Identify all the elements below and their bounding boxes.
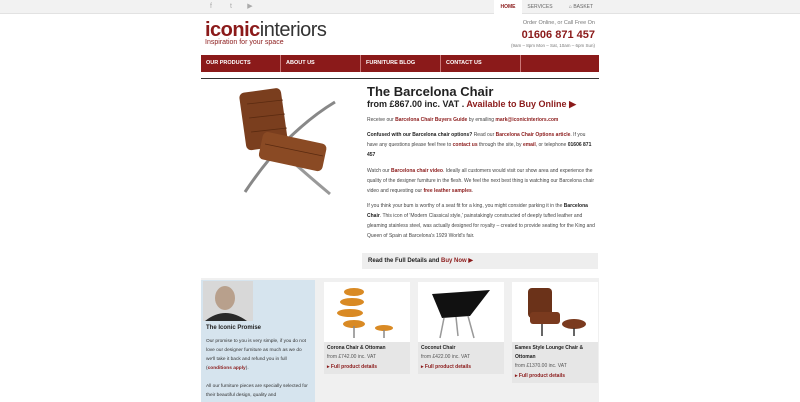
barcelona-chair-image (239, 88, 336, 196)
product-price: from £867.00 inc. VAT . Available to Buy… (367, 99, 576, 110)
price-text: from £867.00 inc. VAT . (367, 99, 465, 109)
video-paragraph: Watch our Barcelona chair video. Ideally… (367, 168, 594, 194)
top-bar: f t ▶ HOME SERVICES ⌂ BASKET (0, 0, 800, 14)
top-nav-home[interactable]: HOME (494, 0, 522, 14)
promise-text-2: ). (245, 366, 249, 371)
buy-online-link[interactable]: Available to Buy Online ▶ (466, 99, 576, 109)
promise-text: Our promise to you is very simple, if yo… (206, 337, 312, 400)
p2-lead: Confused with our Barcelona chair option… (367, 132, 473, 138)
coconut-chair-image (418, 282, 504, 342)
avatar (203, 281, 253, 321)
logo-interiors: interiors (259, 19, 327, 41)
facebook-icon[interactable]: f (207, 3, 215, 11)
product-name[interactable]: Eames Style Lounge Chair & Ottoman (515, 344, 595, 362)
nav-furniture-blog[interactable]: FURNITURE BLOG (361, 55, 441, 72)
buy-now-link[interactable]: Buy Now (441, 258, 467, 264)
contact-line: Order Online, or Call Free On (522, 20, 595, 26)
p1-text: Receive our (367, 117, 394, 123)
logo-iconic: iconic (205, 19, 260, 41)
buyers-guide-paragraph: Receive our Barcelona Chair Buyers Guide… (367, 115, 597, 125)
promise-text-3: All our furniture pieces are specially s… (206, 384, 308, 398)
top-nav-services[interactable]: SERVICES (523, 0, 557, 14)
nav-our-products[interactable]: OUR PRODUCTS (201, 55, 281, 72)
basket-label: BASKET (573, 4, 594, 10)
phone-number[interactable]: 01606 871 457 (511, 29, 595, 41)
p4-text-2: . This icon of 'Modern Classical style,'… (367, 213, 595, 239)
product-name[interactable]: Coconut Chair (421, 344, 501, 353)
p1-text-2: by emailing (468, 117, 495, 123)
arrow-right-icon: ▶ (569, 99, 576, 109)
product-info: Eames Style Lounge Chair & Ottoman from … (512, 342, 598, 383)
p2-text-4: , or telephone (535, 142, 567, 148)
product-price: from £742.00 inc. VAT (327, 354, 377, 360)
product-card[interactable]: Coconut Chair from £422.00 inc. VAT ▸ Fu… (418, 282, 504, 377)
p4-text: If you think your bum is worthy of a sea… (367, 203, 563, 209)
divider (201, 78, 599, 79)
buyers-guide-link[interactable]: Barcelona Chair Buyers Guide (395, 117, 467, 123)
nav-about-us[interactable]: ABOUT US (281, 55, 361, 72)
chair-video-link[interactable]: Barcelona chair video (391, 168, 443, 174)
product-info: Coconut Chair from £422.00 inc. VAT ▸ Fu… (418, 342, 504, 374)
leather-samples-link[interactable]: free leather samples (423, 188, 471, 194)
arrow-right-icon: ▶ (468, 258, 473, 264)
eames-chair-image (512, 282, 598, 342)
buy-online-label: Available to Buy Online (466, 99, 567, 109)
product-info: Corona Chair & Ottoman from £742.00 inc.… (324, 342, 410, 374)
p2-text-3: through the site, by (479, 142, 522, 148)
full-details-link[interactable]: ▸ Full product details (327, 362, 407, 372)
product-price: from £1370.00 inc. VAT (515, 363, 567, 369)
tagline: Inspiration for your space (205, 39, 284, 46)
corona-chair-image (324, 282, 410, 342)
contact-block: Order Online, or Call Free On 01606 871 … (511, 20, 595, 48)
options-paragraph: Confused with our Barcelona chair option… (367, 130, 597, 160)
email-inline-link[interactable]: email (523, 142, 536, 148)
full-details-label: Full product details (424, 364, 472, 370)
product-title: The Barcelona Chair (367, 84, 494, 99)
youtube-icon[interactable]: ▶ (246, 3, 254, 11)
full-details-label: Full product details (330, 364, 378, 370)
options-article-link[interactable]: Barcelona Chair Options article (496, 132, 571, 138)
product-price: from £422.00 inc. VAT (421, 354, 471, 360)
product-name[interactable]: Corona Chair & Ottoman (327, 344, 407, 353)
p2-text: Read our (473, 132, 495, 138)
nav-contact-us[interactable]: CONTACT US (441, 55, 521, 72)
full-details-link[interactable]: ▸ Full product details (421, 362, 501, 372)
full-details-text: Read the Full Details and (368, 258, 440, 264)
contact-us-link[interactable]: contact us (453, 142, 478, 148)
description-paragraph: If you think your bum is worthy of a sea… (367, 201, 597, 241)
twitter-icon[interactable]: t (227, 3, 235, 11)
opening-hours: (9am – 8pm Mon – Sat, 10am – 6pm Sun) (510, 43, 595, 48)
product-card[interactable]: Eames Style Lounge Chair & Ottoman from … (512, 282, 598, 383)
page: f t ▶ HOME SERVICES ⌂ BASKET iconicinter… (0, 0, 800, 402)
full-details-bar[interactable]: Read the Full Details and Buy Now ▶ (362, 253, 598, 269)
conditions-link[interactable]: conditions apply (208, 366, 246, 371)
p3-text: Watch our (367, 168, 390, 174)
portrait-image (203, 281, 253, 321)
main-nav: OUR PRODUCTS ABOUT US FURNITURE BLOG CON… (201, 55, 599, 72)
product-card[interactable]: Corona Chair & Ottoman from £742.00 inc.… (324, 282, 410, 377)
email-link[interactable]: mark@iconicinteriors.com (495, 117, 558, 123)
promise-title: The Iconic Promise (206, 325, 262, 331)
full-details-link[interactable]: ▸ Full product details (515, 371, 595, 381)
top-nav-basket[interactable]: ⌂ BASKET (562, 0, 600, 14)
full-details-label: Full product details (518, 373, 566, 379)
